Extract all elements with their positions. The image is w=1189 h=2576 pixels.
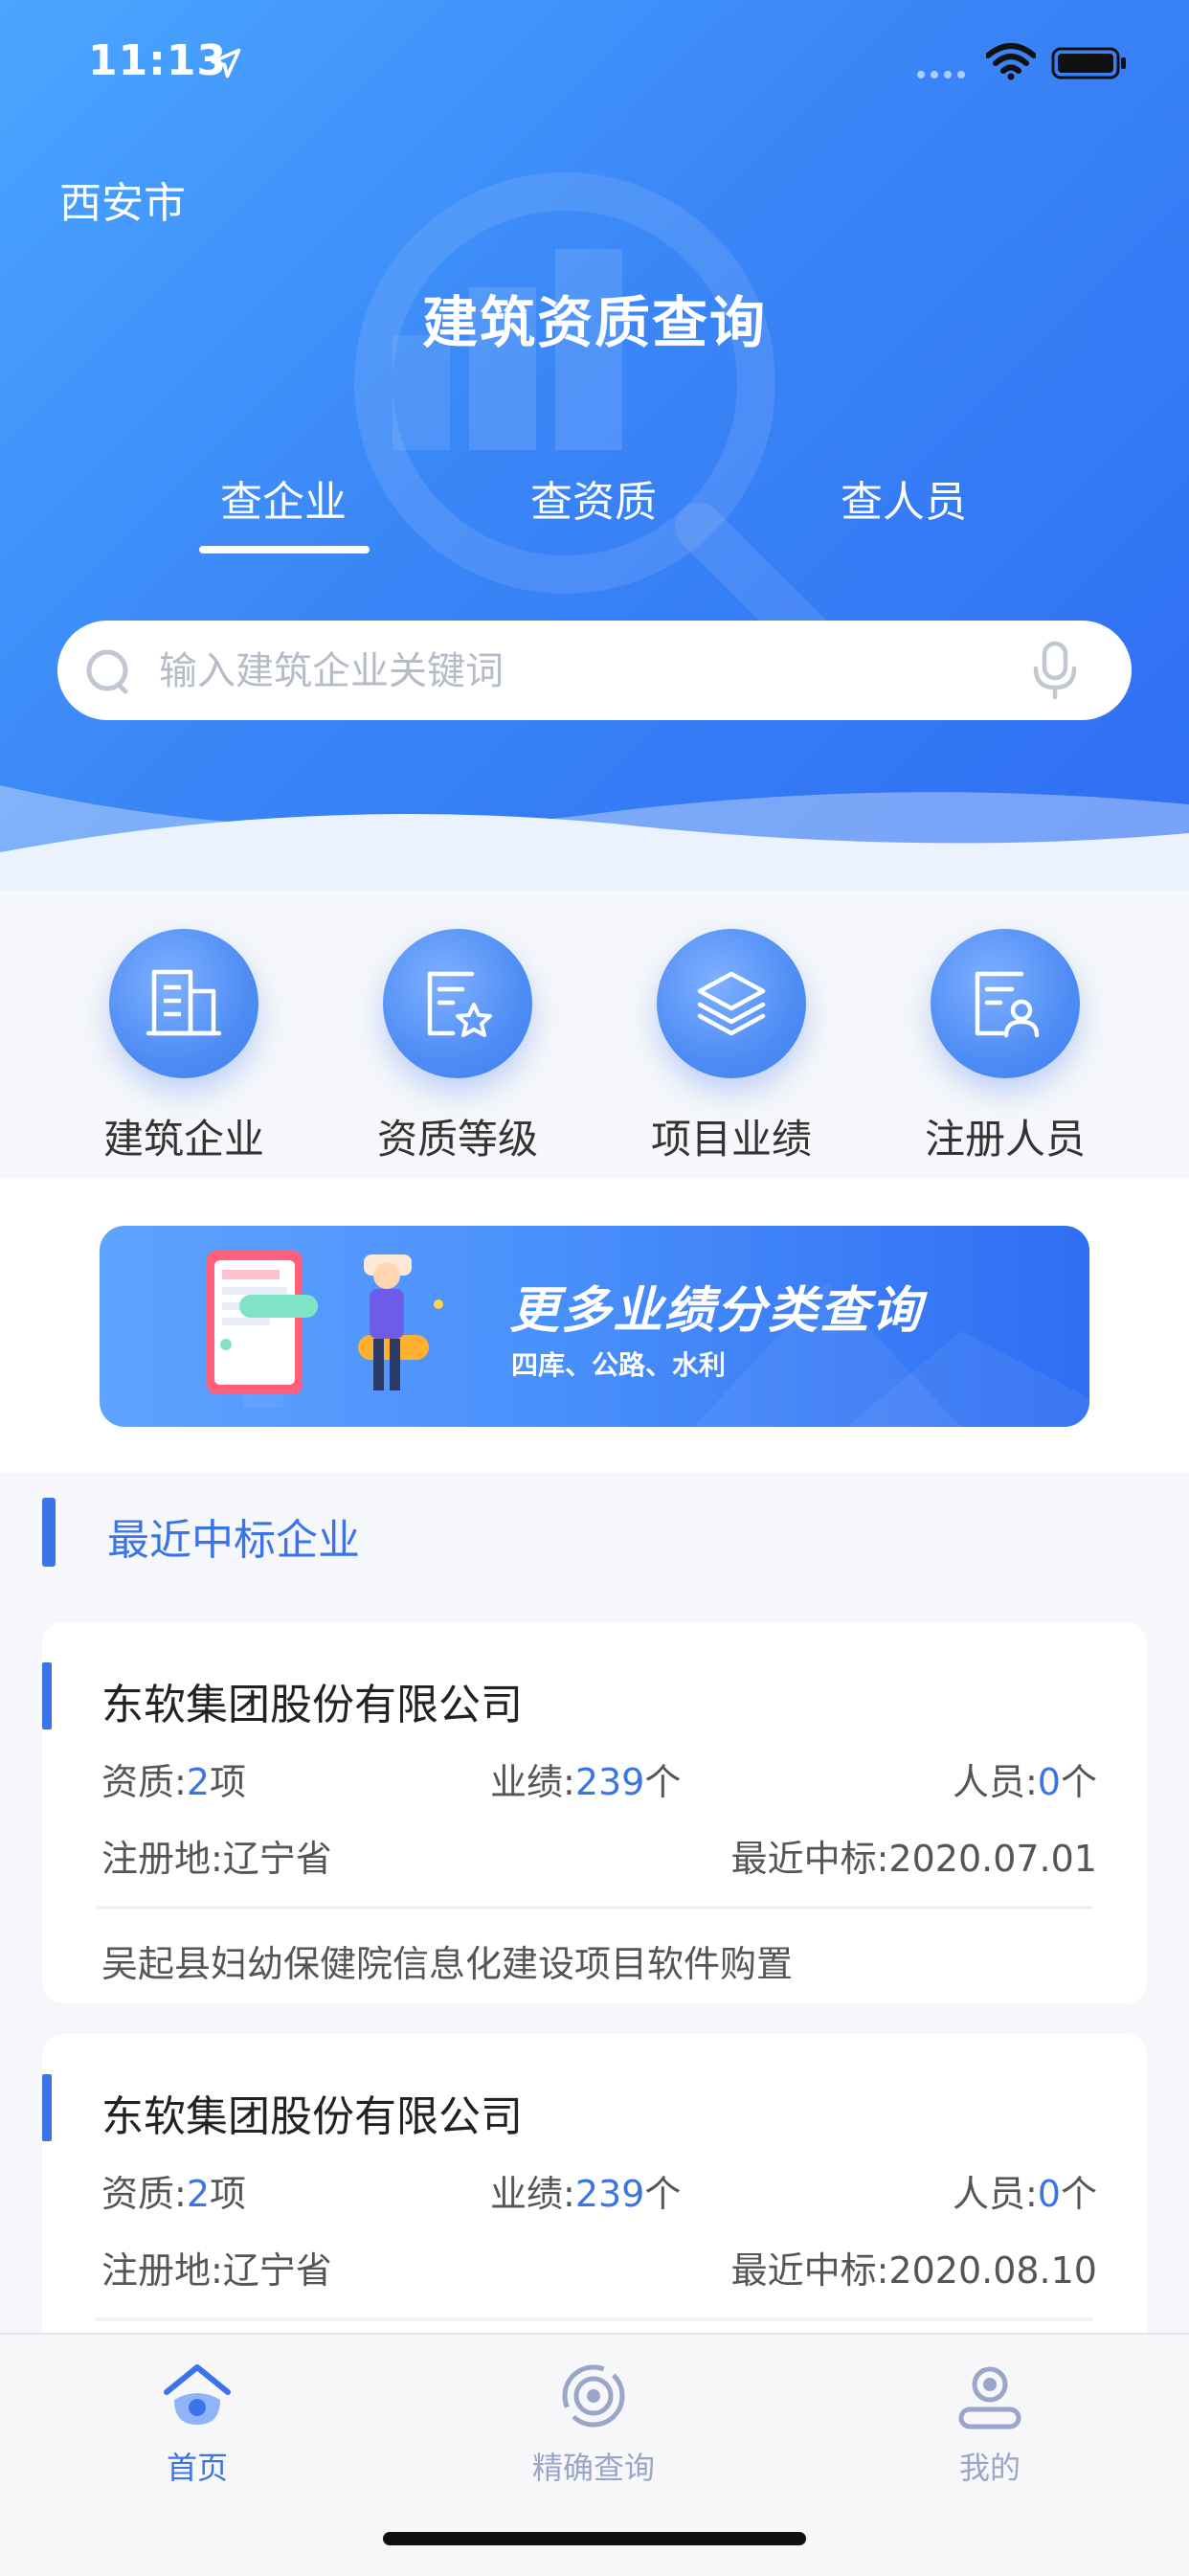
banner-title: 更多业绩分类查询 (509, 1282, 924, 1340)
performance-count: 业绩:239个 (490, 2164, 681, 2217)
page-title: 建筑资质查询 (421, 290, 767, 355)
qualification-label: 资质: (101, 2173, 187, 2215)
recent-bid-date: 最近中标:2020.07.01 (730, 1838, 1097, 1880)
staff-unit: 个 (1060, 2173, 1097, 2215)
tab-qualification[interactable]: 查资质 (488, 467, 699, 529)
header: 11:13 西安市 建筑资质查询 查企业 查资质 查人员 (0, 0, 1189, 891)
qualification-label: 资质: (101, 1761, 187, 1803)
quick-entry-project-performance[interactable]: 项目业绩 (617, 929, 846, 1165)
quick-entry-circle (109, 929, 258, 1078)
quick-entry-label: 项目业绩 (650, 1116, 812, 1163)
registered-region: 注册地:辽宁省 (101, 1838, 332, 1880)
home-icon (164, 2364, 231, 2425)
home-indicator (383, 2532, 806, 2545)
staff-value: 0 (1037, 1761, 1061, 1803)
wifi-icon (986, 43, 1036, 80)
status-time: 11:13 (88, 36, 228, 85)
quick-entry-label: 资质等级 (376, 1116, 538, 1163)
staff-label: 人员: (952, 1761, 1038, 1803)
section-accent-bar (42, 1498, 56, 1567)
search-icon (86, 649, 128, 694)
staff-unit: 个 (1060, 1761, 1097, 1803)
nav-label: 首页 (166, 2450, 228, 2486)
card-accent-bar (42, 2074, 52, 2141)
registered-region: 注册地:辽宁省 (101, 2249, 332, 2292)
promo-banner[interactable]: 更多业绩分类查询 四库、公路、水利 (100, 1226, 1089, 1427)
performance-value: 239 (574, 1761, 645, 1803)
banner-subtitle: 四库、公路、水利 (511, 1349, 727, 1381)
nav-precise-search[interactable]: 精确查询 (479, 2358, 708, 2488)
qualification-value: 2 (186, 2173, 210, 2215)
nav-home[interactable]: 首页 (82, 2358, 312, 2488)
staff-count: 人员:0个 (953, 1752, 1097, 1805)
cellular-signal-icon (917, 71, 965, 79)
quick-entry-registered-personnel[interactable]: 注册人员 (890, 929, 1120, 1165)
nav-label: 精确查询 (531, 2450, 655, 2486)
quick-entry-qualification-level[interactable]: 资质等级 (343, 929, 572, 1165)
performance-label: 业绩: (490, 1761, 575, 1803)
search-bar[interactable] (57, 621, 1132, 720)
quick-entry-label: 建筑企业 (102, 1116, 264, 1163)
battery-icon (1051, 47, 1126, 79)
profile-icon (958, 2366, 1021, 2429)
search-input[interactable] (157, 638, 1003, 705)
person-card-icon (975, 971, 1040, 1038)
nav-profile[interactable]: 我的 (875, 2358, 1105, 2488)
performance-unit: 个 (644, 2173, 682, 2215)
performance-unit: 个 (644, 1761, 682, 1803)
precise-search-icon (562, 2364, 625, 2428)
card-divider (96, 1906, 1093, 1909)
tab-company[interactable]: 查企业 (178, 467, 389, 529)
header-wave-decoration (0, 785, 1189, 891)
company-name: 东软集团股份有限公司 (101, 1681, 523, 1729)
nav-label: 我的 (958, 2450, 1021, 2486)
card-divider (96, 2317, 1093, 2321)
performance-value: 239 (574, 2173, 645, 2215)
building-icon (146, 969, 222, 1036)
staff-value: 0 (1037, 2173, 1061, 2215)
location-arrow-icon (211, 48, 241, 79)
company-name: 东软集团股份有限公司 (101, 2092, 523, 2141)
quick-entry-circle (657, 929, 806, 1078)
qualification-count: 资质:2项 (101, 1752, 246, 1805)
certificate-star-icon (427, 971, 492, 1037)
section-title: 最近中标企业 (107, 1516, 360, 1565)
qualification-unit: 项 (210, 2173, 247, 2215)
city-selector[interactable]: 西安市 (59, 169, 186, 230)
project-name: 吴起县妇幼保健院信息化建设项目软件购置 (101, 1943, 794, 1985)
qualification-count: 资质:2项 (101, 2164, 246, 2217)
microphone-icon[interactable] (1026, 640, 1084, 701)
quick-entry-circle (383, 929, 532, 1078)
quick-entry-circle (931, 929, 1080, 1078)
recent-bid-date: 最近中标:2020.08.10 (730, 2249, 1097, 2292)
qualification-unit: 项 (210, 1761, 247, 1803)
active-tab-indicator (199, 546, 370, 554)
watermark-magnifier-icon (354, 172, 838, 666)
qualification-value: 2 (186, 1761, 210, 1803)
quick-entry-construction-company[interactable]: 建筑企业 (69, 929, 299, 1165)
tab-personnel[interactable]: 查人员 (798, 467, 1009, 529)
company-card[interactable]: 东软集团股份有限公司 资质:2项 业绩:239个 人员:0个 注册地:辽宁省 最… (42, 1622, 1147, 2003)
performance-label: 业绩: (490, 2173, 575, 2215)
staff-label: 人员: (952, 2173, 1038, 2215)
layers-icon (697, 971, 766, 1036)
quick-entry-label: 注册人员 (924, 1116, 1086, 1163)
staff-count: 人员:0个 (953, 2164, 1097, 2217)
card-accent-bar (42, 1662, 52, 1729)
performance-count: 业绩:239个 (490, 1752, 681, 1805)
